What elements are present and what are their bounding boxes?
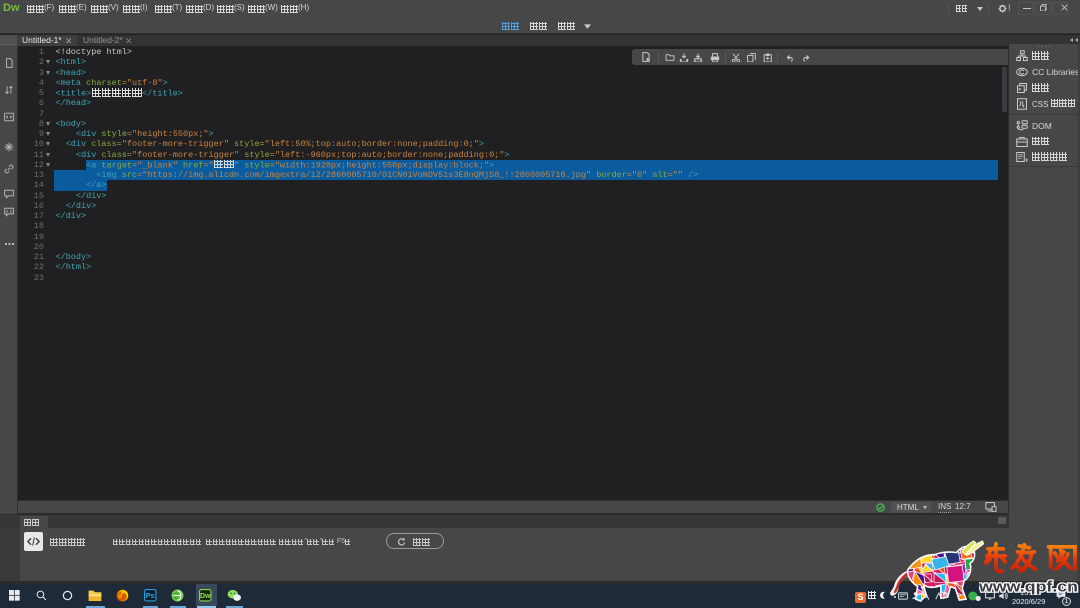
svg-text:Dw: Dw <box>200 593 211 600</box>
svg-text:www.qpf.cn: www.qpf.cn <box>979 578 1078 595</box>
svg-text:Ps: Ps <box>146 591 155 600</box>
